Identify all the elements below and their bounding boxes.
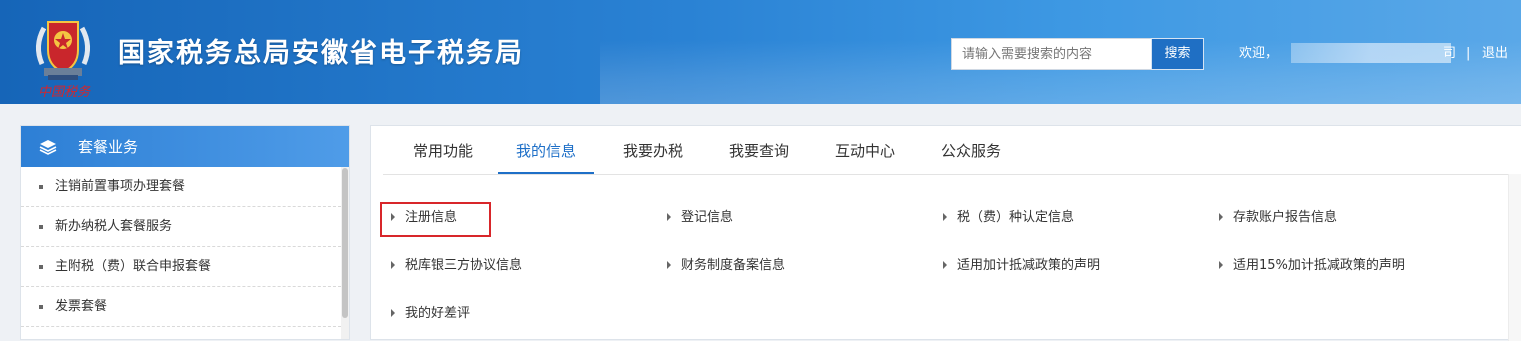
function-tabs: 常用功能 我的信息 我要办税 我要查询 互动中心 公众服务 [383,126,1513,175]
sidebar-scrollbar-thumb[interactable] [342,168,348,318]
search-button[interactable]: 搜索 [1151,38,1204,70]
company-name-tail: 司 [1443,46,1457,61]
tax-emblem-logo: 中国税务 [36,21,91,98]
caret-right-icon [391,309,395,317]
tab-public-services[interactable]: 公众服务 [929,126,1013,173]
sidebar-item-joint-declaration-package[interactable]: 主附税（费）联合申报套餐 [21,247,341,287]
site-title: 国家税务总局安徽省电子税务局 [118,38,524,69]
sidebar-item-new-taxpayer-package[interactable]: 新办纳税人套餐服务 [21,207,341,247]
link-label: 登记信息 [681,210,734,225]
package-services-header[interactable]: 套餐业务 [21,126,349,167]
link-label: 注册信息 [405,210,458,225]
my-info-links: 注册信息 登记信息 税（费）种认定信息 存款账户报告信息 税库银三方协议信息 财… [371,174,1511,341]
tab-my-information[interactable]: 我的信息 [498,126,594,174]
main-scrollbar-track[interactable] [1508,174,1521,341]
package-services-title: 套餐业务 [78,138,139,156]
link-registration-info[interactable]: 注册信息 [391,208,591,228]
main-function-panel: 常用功能 我的信息 我要办税 我要查询 互动中心 公众服务 注册信息 登记信息 … [370,125,1521,341]
link-my-reviews[interactable]: 我的好差评 [391,304,591,324]
caret-right-icon [943,213,947,221]
link-tax-type-info[interactable]: 税（费）种认定信息 [943,208,1163,228]
caret-right-icon [667,213,671,221]
sidebar-item-invoice-package[interactable]: 发票套餐 [21,287,341,327]
bullet [39,265,43,269]
link-additional-deduction-statement[interactable]: 适用加计抵减政策的声明 [943,256,1183,276]
tab-tax-handling[interactable]: 我要办税 [611,126,695,173]
link-label: 税库银三方协议信息 [405,258,523,273]
tab-interaction-center[interactable]: 互动中心 [823,126,907,173]
link-financial-system-filing-info[interactable]: 财务制度备案信息 [667,256,887,276]
welcome-text: 欢迎， [1239,46,1279,61]
svg-text:中国税务: 中国税务 [38,85,91,98]
sidebar-item-deregistration-package[interactable]: 注销前置事项办理套餐 [21,167,341,207]
site-header: 中国税务 国家税务总局安徽省电子税务局 搜索 欢迎， 司 | 退出 [0,0,1521,104]
tab-query[interactable]: 我要查询 [717,126,801,173]
layers-icon [39,140,57,155]
link-15pct-deduction-statement[interactable]: 适用15%加计抵减政策的声明 [1219,256,1479,276]
bullet [39,185,43,189]
link-label: 我的好差评 [405,306,471,321]
header-separator: | [1466,46,1471,61]
sidebar-item-label: 新办纳税人套餐服务 [55,219,173,234]
link-label: 税（费）种认定信息 [957,210,1075,225]
sidebar-item-label: 发票套餐 [55,299,108,314]
sidebar-item-label: 主附税（费）联合申报套餐 [55,259,212,274]
caret-right-icon [1219,213,1223,221]
tab-common-functions[interactable]: 常用功能 [401,126,485,173]
redacted-company-name [1291,43,1451,63]
bullet [39,225,43,229]
link-label: 适用15%加计抵减政策的声明 [1233,258,1405,273]
caret-right-icon [943,261,947,269]
caret-right-icon [667,261,671,269]
sidebar-item-label: 注销前置事项办理套餐 [55,179,186,194]
link-tripartite-agreement-info[interactable]: 税库银三方协议信息 [391,256,611,276]
link-label: 存款账户报告信息 [1233,210,1338,225]
link-deposit-account-info[interactable]: 存款账户报告信息 [1219,208,1439,228]
caret-right-icon [391,213,395,221]
caret-right-icon [1219,261,1223,269]
link-record-info[interactable]: 登记信息 [667,208,867,228]
bullet [39,305,43,309]
link-label: 适用加计抵减政策的声明 [957,258,1101,273]
link-label: 财务制度备案信息 [681,258,786,273]
caret-right-icon [391,261,395,269]
logout-link[interactable]: 退出 [1482,45,1508,63]
search-input[interactable] [951,38,1151,70]
package-services-panel: 套餐业务 注销前置事项办理套餐 新办纳税人套餐服务 主附税（费）联合申报套餐 发… [20,125,350,340]
